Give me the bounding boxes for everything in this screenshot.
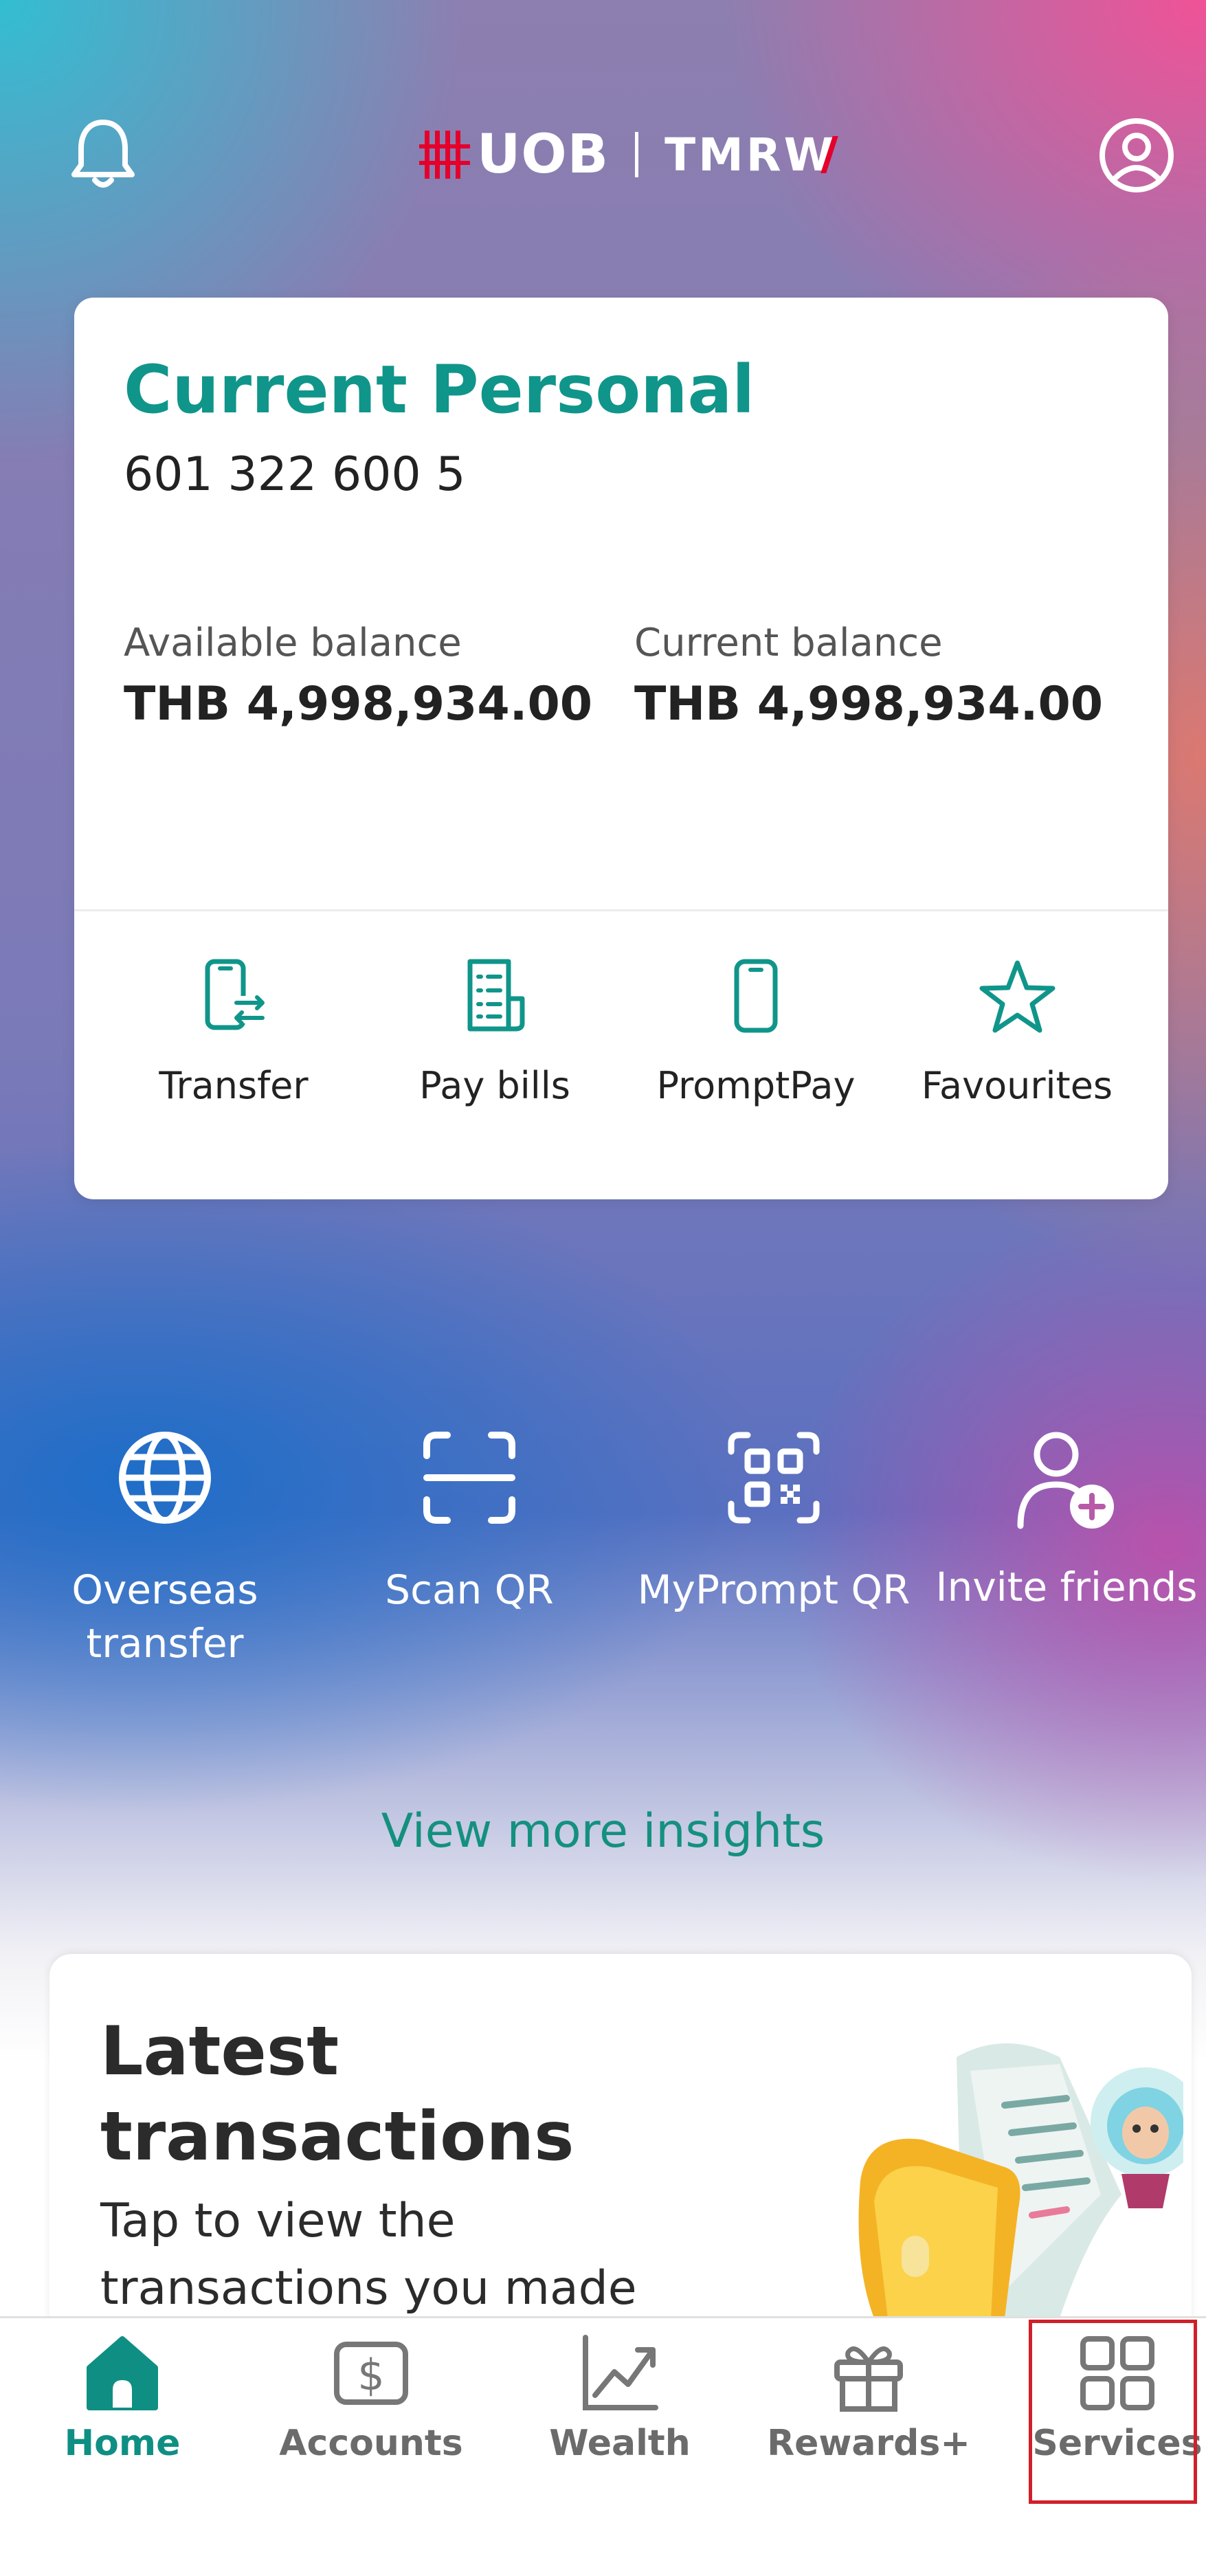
chart-icon: [583, 2335, 658, 2410]
star-icon: [979, 960, 1055, 1033]
promptpay-button[interactable]: PromptPay: [625, 957, 886, 1107]
nav-wealth[interactable]: Wealth: [517, 2332, 723, 2464]
myprompt-qr-button[interactable]: MyPrompt QR: [623, 1430, 925, 1617]
gift-icon: [834, 2346, 903, 2412]
current-balance-value: THB 4,998,934.00: [634, 677, 1104, 731]
pay-bills-label: Pay bills: [419, 1064, 570, 1107]
invite-friends-label: Invite friends: [935, 1564, 1198, 1610]
view-more-insights-link[interactable]: View more insights: [0, 1804, 1206, 1858]
brand-secondary: TMRW: [665, 128, 837, 181]
nav-home[interactable]: Home: [19, 2332, 225, 2464]
home-icon: [87, 2336, 158, 2410]
favourites-button[interactable]: Favourites: [886, 957, 1148, 1107]
nav-home-label: Home: [64, 2423, 181, 2464]
transfer-button[interactable]: Transfer: [103, 957, 364, 1107]
uob-logo-icon: [419, 131, 470, 179]
available-balance-label: Available balance: [124, 621, 462, 665]
current-balance-label: Current balance: [634, 621, 943, 665]
transfer-label: Transfer: [159, 1064, 309, 1107]
nav-accounts-label: Accounts: [279, 2423, 463, 2464]
receipt-icon: [467, 959, 525, 1032]
phone-transfer-icon: [205, 959, 265, 1030]
latest-transactions-card[interactable]: Latest transactions Tap to view the tran…: [49, 1954, 1192, 2339]
promptpay-label: PromptPay: [656, 1064, 856, 1107]
overseas-transfer-label: Overseas transfer: [71, 1566, 258, 1667]
globe-icon: [119, 1432, 211, 1524]
nav-wealth-label: Wealth: [549, 2423, 691, 2464]
account-number: 601 322 600 5: [124, 447, 466, 502]
bell-icon[interactable]: [69, 117, 137, 192]
nav-rewards[interactable]: Rewards+: [766, 2332, 972, 2464]
pay-bills-button[interactable]: Pay bills: [364, 957, 625, 1107]
profile-icon[interactable]: [1098, 117, 1175, 194]
available-balance-value: THB 4,998,934.00: [124, 677, 593, 731]
svg-text:$: $: [357, 2350, 384, 2400]
receipt-illustration: [858, 2043, 1183, 2318]
qr-code-icon: [728, 1432, 820, 1524]
bottom-navigation: Home $ Accounts Wealth Rewards+ Services: [0, 2316, 1206, 2576]
brand-logo: UOB TMRW: [419, 124, 839, 186]
services-highlight-box: [1029, 2320, 1197, 2504]
latest-transactions-subtitle: Tap to view the transactions you made: [100, 2188, 637, 2322]
mobile-phone-icon: [734, 959, 778, 1033]
scan-qr-button[interactable]: Scan QR: [318, 1430, 621, 1617]
account-title: Current Personal: [124, 351, 755, 428]
dollar-icon: $: [334, 2342, 408, 2405]
nav-accounts[interactable]: $ Accounts: [268, 2332, 474, 2464]
latest-transactions-title: Latest transactions: [100, 2009, 574, 2179]
nav-rewards-label: Rewards+: [767, 2423, 970, 2464]
add-user-icon: [1017, 1432, 1114, 1529]
favourites-label: Favourites: [921, 1064, 1113, 1107]
brand-primary: UOB: [477, 124, 610, 186]
latest-transactions-title-line2: transactions: [100, 2098, 574, 2176]
latest-transactions-subtitle-line1: Tap to view the: [100, 2194, 456, 2248]
card-divider: [74, 909, 1168, 911]
latest-transactions-title-line1: Latest: [100, 2012, 339, 2091]
myprompt-qr-label: MyPrompt QR: [637, 1566, 911, 1613]
account-card[interactable]: Current Personal 601 322 600 5 Available…: [74, 298, 1168, 1199]
scan-icon: [423, 1432, 515, 1524]
latest-transactions-subtitle-line2: transactions you made: [100, 2261, 637, 2316]
brand-divider: [635, 132, 639, 177]
invite-friends-button[interactable]: Invite friends: [927, 1430, 1206, 1614]
overseas-transfer-button[interactable]: Overseas transfer: [14, 1430, 316, 1670]
scan-qr-label: Scan QR: [385, 1566, 554, 1613]
